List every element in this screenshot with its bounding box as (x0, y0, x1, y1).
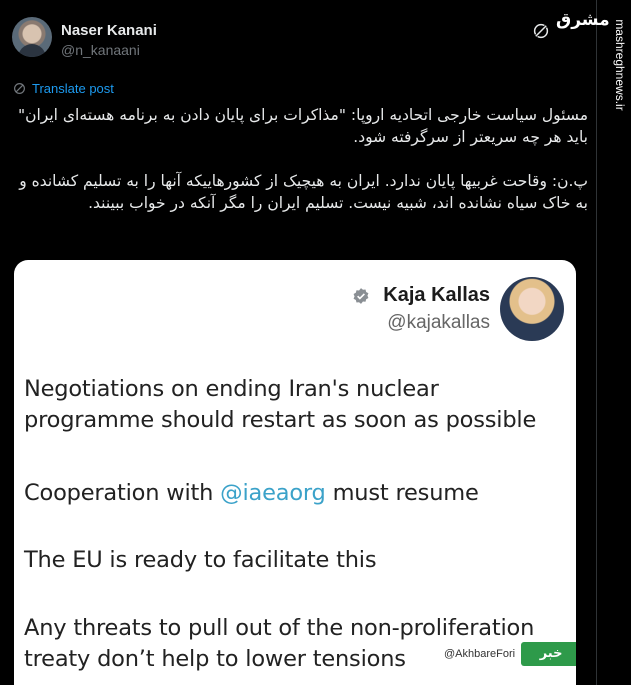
author-name[interactable]: Naser Kanani (61, 22, 157, 39)
tweet-paragraph: مسئول سیاست خارجی اتحادیه اروپا: "مذاکرا… (17, 106, 588, 146)
quoted-image-card[interactable]: Kaja Kallas @kajakallas Negotiations on … (14, 260, 576, 685)
translate-icon (14, 82, 25, 94)
quoted-line: Negotiations on ending Iran's nuclear pr… (24, 376, 537, 433)
quoted-line-text: Cooperation with (24, 480, 221, 506)
iaea-mention: @iaeaorg (220, 480, 326, 506)
quoted-avatar (500, 277, 564, 341)
author-avatar[interactable] (12, 17, 52, 57)
quoted-handle: @kajakallas (387, 312, 490, 333)
translate-post-link[interactable]: Translate post (13, 80, 114, 96)
tweet-paragraph: پ.ن: وقاحت غربیها پایان ندارد. ایران به … (19, 172, 588, 212)
author-handle[interactable]: @n_kanaani (61, 42, 140, 58)
verified-badge-icon (353, 288, 369, 304)
site-logo: مشرق (556, 10, 610, 30)
watermark-handle: @AkhbareFori (444, 648, 516, 660)
translate-label: Translate post (32, 80, 114, 96)
quoted-line: Cooperation with @iaeaorg must resume (24, 478, 569, 509)
quoted-name: Kaja Kallas (383, 284, 490, 306)
site-url-watermark: mashreghnews.ir (612, 6, 628, 124)
quoted-line: The EU is ready to facilitate this (24, 547, 377, 573)
timeline-divider (596, 0, 597, 685)
quoted-line-text: must resume (325, 480, 479, 506)
watermark-logo: خبر فوری (521, 642, 576, 685)
akhbarefori-watermark: @AkhbareFori خبر فوری (444, 642, 576, 685)
tweet-text: مسئول سیاست خارجی اتحادیه اروپا: "مذاکرا… (14, 104, 588, 214)
grok-icon[interactable] (532, 22, 550, 40)
site-url-text: mashreghnews.ir (613, 19, 627, 111)
